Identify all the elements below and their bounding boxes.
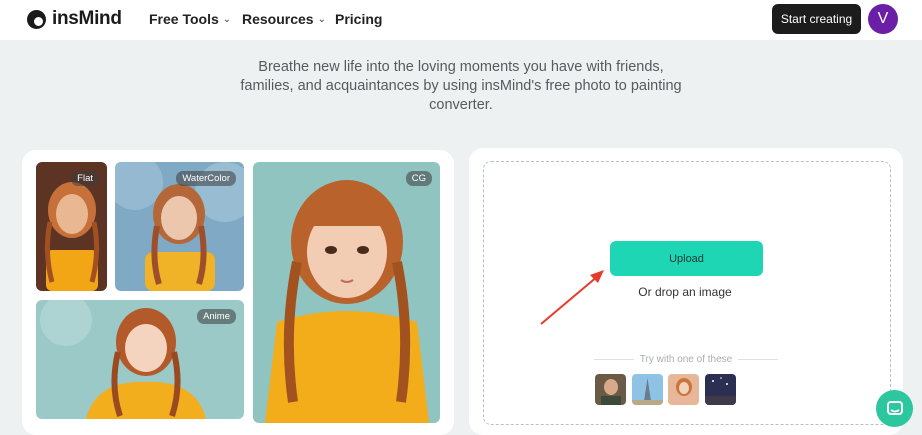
style-label-cg: CG: [405, 171, 432, 186]
nav-free-tools[interactable]: Free Tools ⌄: [149, 11, 231, 27]
start-creating-button[interactable]: Start creating: [772, 4, 861, 34]
avatar[interactable]: V: [868, 4, 898, 34]
try-samples-divider: Try with one of these: [594, 354, 779, 365]
sample-night-icon: [705, 374, 736, 405]
cg-style-image: [253, 162, 440, 423]
logo[interactable]: insMind: [27, 8, 122, 30]
chevron-down-icon: ⌄: [222, 13, 232, 25]
upload-button[interactable]: Upload: [610, 241, 763, 276]
style-label-anime: Anime: [197, 309, 236, 324]
nav-pricing[interactable]: Pricing: [335, 11, 382, 27]
sample-image-2[interactable]: [632, 374, 663, 405]
sample-tower-icon: [632, 374, 663, 405]
style-sample-cg[interactable]: CG: [253, 162, 440, 423]
sample-woman-icon: [668, 374, 699, 405]
style-sample-watercolor[interactable]: WaterColor: [115, 162, 244, 291]
sample-image-3[interactable]: [668, 374, 699, 405]
sample-image-1[interactable]: [595, 374, 626, 405]
style-showcase-card: Flat WaterColor CG Anime: [22, 150, 454, 435]
nav-pricing-label: Pricing: [335, 11, 383, 27]
style-sample-flat[interactable]: Flat: [36, 162, 107, 291]
intro-text: Breathe new life into the loving moments…: [240, 59, 682, 113]
style-label-flat: Flat: [71, 171, 99, 186]
logo-icon: [27, 9, 46, 29]
style-sample-anime[interactable]: Anime: [36, 300, 244, 419]
top-nav-bar: insMind Free Tools ⌄ Resources ⌄ Pricing…: [0, 0, 922, 40]
nav-resources-label: Resources: [242, 11, 314, 27]
nav-free-tools-label: Free Tools: [149, 11, 219, 27]
pointer-arrow-icon: [540, 270, 604, 325]
style-label-watercolor: WaterColor: [176, 171, 236, 186]
sample-portrait-icon: [595, 374, 626, 405]
nav-resources[interactable]: Resources ⌄: [242, 11, 326, 27]
drop-image-text: Or drop an image: [638, 285, 732, 299]
logo-text: insMind: [52, 8, 122, 29]
chevron-down-icon: ⌄: [317, 13, 326, 25]
chat-button[interactable]: [876, 390, 913, 427]
try-samples-label: Try with one of these: [639, 354, 733, 365]
chat-icon: [886, 400, 903, 415]
sample-image-4[interactable]: [705, 374, 736, 405]
